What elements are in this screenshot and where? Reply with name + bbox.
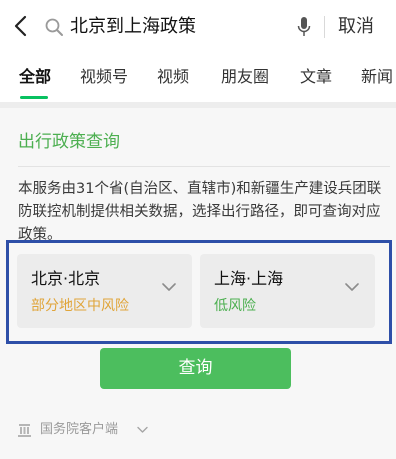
search-input[interactable]: 北京到上海政策 [70,14,196,40]
cancel-button[interactable]: 取消 [338,14,374,40]
chevron-down-icon [345,283,359,291]
search-icon [45,18,63,36]
travel-policy-card: 出行政策查询 本服务由31个省(自治区、直辖市)和新疆生产建设兵团联防联控机制提… [0,108,396,459]
tab-channels[interactable]: 视频号 [80,66,128,88]
back-arrow-icon[interactable] [10,14,32,38]
chevron-down-icon [137,426,148,433]
tab-news[interactable]: 新闻 [361,66,393,88]
destination-city: 上海·上海 [214,269,284,288]
tab-articles[interactable]: 文章 [300,66,332,88]
destination-risk-level: 低风险 [214,298,256,314]
card-description: 本服务由31个省(自治区、直辖市)和新疆生产建设兵团联防联控机制提供相关数据，选… [18,181,382,243]
search-tabs: 全部 视频号 视频 朋友圈 文章 新闻 [0,52,396,102]
tab-videos[interactable]: 视频 [157,66,189,88]
search-bar: 北京到上海政策 取消 [0,0,396,52]
origin-selector[interactable]: 北京·北京 部分地区中风险 [17,254,192,328]
card-divider [18,166,390,167]
microphone-icon[interactable] [297,16,311,38]
tab-moments[interactable]: 朋友圈 [221,66,269,88]
origin-city: 北京·北京 [31,269,101,288]
query-button[interactable]: 查询 [100,348,291,389]
destination-selector[interactable]: 上海·上海 低风险 [200,254,375,328]
active-tab-indicator [20,96,48,99]
source-name: 国务院客户端 [40,422,119,437]
origin-risk-level: 部分地区中风险 [31,298,129,314]
card-title: 出行政策查询 [18,132,120,152]
search-divider [324,16,325,38]
government-icon [18,424,31,437]
tab-all[interactable]: 全部 [19,66,51,88]
chevron-down-icon [162,283,176,291]
